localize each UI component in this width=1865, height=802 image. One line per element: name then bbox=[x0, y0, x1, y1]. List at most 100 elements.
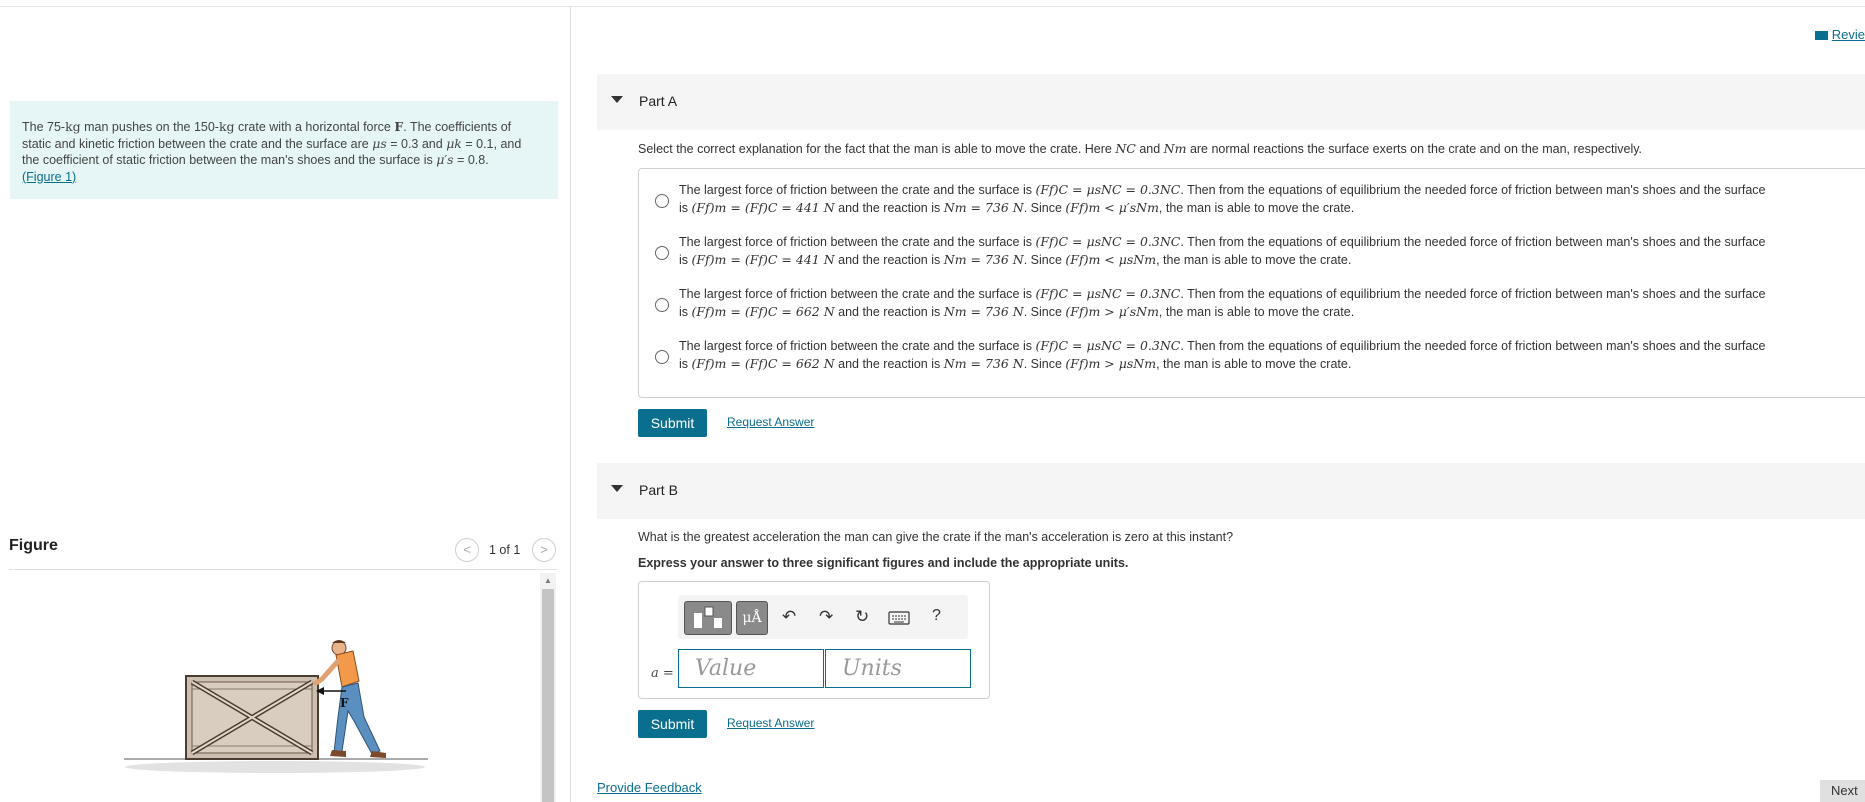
units-mu-button[interactable]: μÅ bbox=[736, 601, 768, 635]
keyboard-icon[interactable] bbox=[888, 611, 910, 625]
mu-shoe-symbol: μ′s bbox=[436, 152, 454, 167]
units-input[interactable]: Units bbox=[825, 649, 971, 688]
part-b-request-answer-link[interactable]: Request Answer bbox=[727, 716, 814, 730]
force-symbol: F bbox=[394, 119, 404, 134]
right-panel: Revie Part A Select the correct explanat… bbox=[572, 7, 1865, 802]
equation: (Ff)C = μsNC = 0.3NC bbox=[1035, 338, 1181, 353]
part-a-header[interactable]: Part A bbox=[597, 74, 1865, 130]
option-line: is bbox=[679, 201, 692, 215]
option-line: . Since bbox=[1023, 305, 1066, 319]
radio-button[interactable] bbox=[655, 194, 669, 208]
scrollbar-thumb[interactable] bbox=[542, 589, 554, 802]
equation: (Ff)m < μsNm bbox=[1065, 252, 1157, 267]
problem-statement: The 75-kg man pushes on the 150-kg crate… bbox=[10, 101, 558, 199]
equation: (Ff)C = μsNC = 0.3NC bbox=[1035, 182, 1181, 197]
problem-text: = 0.3 and bbox=[386, 136, 447, 151]
nm-symbol: Nm bbox=[1163, 141, 1187, 156]
option-line: The largest force of friction between th… bbox=[679, 287, 1036, 301]
value-input[interactable]: Value bbox=[678, 649, 824, 688]
figure-scrollbar[interactable]: ▲ bbox=[540, 573, 556, 802]
collapse-triangle-icon[interactable] bbox=[611, 485, 623, 492]
part-a-title: Part A bbox=[639, 93, 678, 109]
problem-text: . The coefficients of bbox=[403, 120, 512, 134]
reset-icon[interactable]: ↻ bbox=[855, 607, 869, 627]
option-text: The largest force of friction between th… bbox=[679, 181, 1854, 217]
equation: (Ff)m > μ′sNm bbox=[1065, 304, 1159, 319]
answer-option-3[interactable]: The largest force of friction between th… bbox=[639, 285, 1865, 325]
figure-title: Figure bbox=[9, 537, 58, 554]
equation: (Ff)m = (Ff)C = 441 N bbox=[691, 200, 835, 215]
question-text: are normal reactions the surface exerts … bbox=[1186, 142, 1643, 156]
undo-icon[interactable]: ↶ bbox=[782, 607, 796, 627]
figure-prev-button[interactable]: < bbox=[455, 538, 479, 562]
answer-option-4[interactable]: The largest force of friction between th… bbox=[639, 337, 1865, 377]
option-line: , the man is able to move the crate. bbox=[1158, 305, 1355, 319]
equation: (Ff)m = (Ff)C = 441 N bbox=[691, 252, 835, 267]
problem-text: man pushes on the 150- bbox=[80, 120, 219, 134]
question-text: and bbox=[1135, 142, 1164, 156]
problem-text: = 0.1, and bbox=[461, 136, 522, 151]
option-line: , the man is able to move the crate. bbox=[1156, 357, 1352, 371]
ground-shadow bbox=[125, 761, 425, 773]
problem-text: crate with a horizontal force bbox=[234, 120, 395, 134]
equation: Nm = 736 N bbox=[943, 252, 1024, 267]
redo-icon[interactable]: ↷ bbox=[819, 607, 833, 627]
option-line: and the reaction is bbox=[834, 357, 944, 371]
option-line: . Then from the equations of equilibrium… bbox=[1180, 287, 1766, 301]
mu-static-symbol: μs bbox=[372, 135, 387, 151]
option-line: . Then from the equations of equilibrium… bbox=[1180, 235, 1766, 249]
nc-symbol: NC bbox=[1115, 141, 1136, 156]
question-text: Select the correct explanation for the f… bbox=[638, 142, 1116, 156]
radio-button[interactable] bbox=[655, 246, 669, 260]
radio-button[interactable] bbox=[655, 350, 669, 364]
equation: (Ff)C = μsNC = 0.3NC bbox=[1035, 286, 1181, 301]
option-text: The largest force of friction between th… bbox=[679, 233, 1854, 269]
provide-feedback-link[interactable]: Provide Feedback bbox=[597, 780, 702, 795]
option-line: is bbox=[679, 305, 692, 319]
option-line: . Since bbox=[1023, 253, 1066, 267]
option-line: and the reaction is bbox=[834, 253, 944, 267]
equation: Nm = 736 N bbox=[943, 356, 1024, 371]
unit-kg: kg bbox=[65, 119, 81, 134]
scroll-up-icon[interactable]: ▲ bbox=[542, 575, 554, 587]
part-b-header[interactable]: Part B bbox=[597, 463, 1865, 519]
answer-input-box: μÅ ↶ ↷ ↻ ? a = Value Units bbox=[638, 581, 990, 699]
option-text: The largest force of friction between th… bbox=[679, 337, 1854, 373]
answer-option-2[interactable]: The largest force of friction between th… bbox=[639, 233, 1865, 273]
templates-button[interactable] bbox=[684, 601, 732, 635]
figure-next-button[interactable]: > bbox=[532, 538, 556, 562]
option-line: . Then from the equations of equilibrium… bbox=[1180, 339, 1766, 353]
collapse-triangle-icon[interactable] bbox=[611, 96, 623, 103]
review-label: Revie bbox=[1831, 27, 1865, 42]
part-a-submit-button[interactable]: Submit bbox=[638, 409, 707, 437]
variable-label: a = bbox=[651, 666, 674, 681]
part-a-question: Select the correct explanation for the f… bbox=[638, 141, 1642, 156]
part-a-request-answer-link[interactable]: Request Answer bbox=[727, 415, 814, 429]
math-toolbar: μÅ ↶ ↷ ↻ ? bbox=[678, 595, 968, 639]
answer-option-1[interactable]: The largest force of friction between th… bbox=[639, 181, 1865, 221]
equation: (Ff)C = μsNC = 0.3NC bbox=[1035, 234, 1181, 249]
man-icon bbox=[313, 640, 386, 758]
option-line: is bbox=[679, 253, 692, 267]
problem-text: = 0.8. bbox=[453, 153, 489, 167]
option-line: and the reaction is bbox=[834, 305, 944, 319]
mu-kinetic-symbol: μk bbox=[446, 135, 462, 151]
next-button[interactable]: Next bbox=[1820, 780, 1865, 802]
problem-text: static and kinetic friction between the … bbox=[22, 136, 373, 151]
problem-text: the coefficient of static friction betwe… bbox=[22, 153, 437, 167]
help-icon[interactable]: ? bbox=[932, 607, 941, 625]
option-line: , the man is able to move the crate. bbox=[1158, 201, 1355, 215]
review-link[interactable]: Revie bbox=[1814, 27, 1865, 42]
radio-button[interactable] bbox=[655, 298, 669, 312]
problem-text: The 75- bbox=[22, 120, 66, 134]
answer-options: The largest force of friction between th… bbox=[638, 168, 1865, 398]
template-icon bbox=[694, 606, 722, 628]
book-icon bbox=[1814, 31, 1828, 41]
figure-link[interactable]: (Figure 1) bbox=[22, 170, 76, 184]
option-text: The largest force of friction between th… bbox=[679, 285, 1854, 321]
option-line: . Since bbox=[1023, 357, 1066, 371]
option-line: and the reaction is bbox=[834, 201, 944, 215]
crate-icon bbox=[185, 675, 319, 760]
part-b-submit-button[interactable]: Submit bbox=[638, 710, 707, 738]
force-label: F bbox=[340, 696, 349, 710]
